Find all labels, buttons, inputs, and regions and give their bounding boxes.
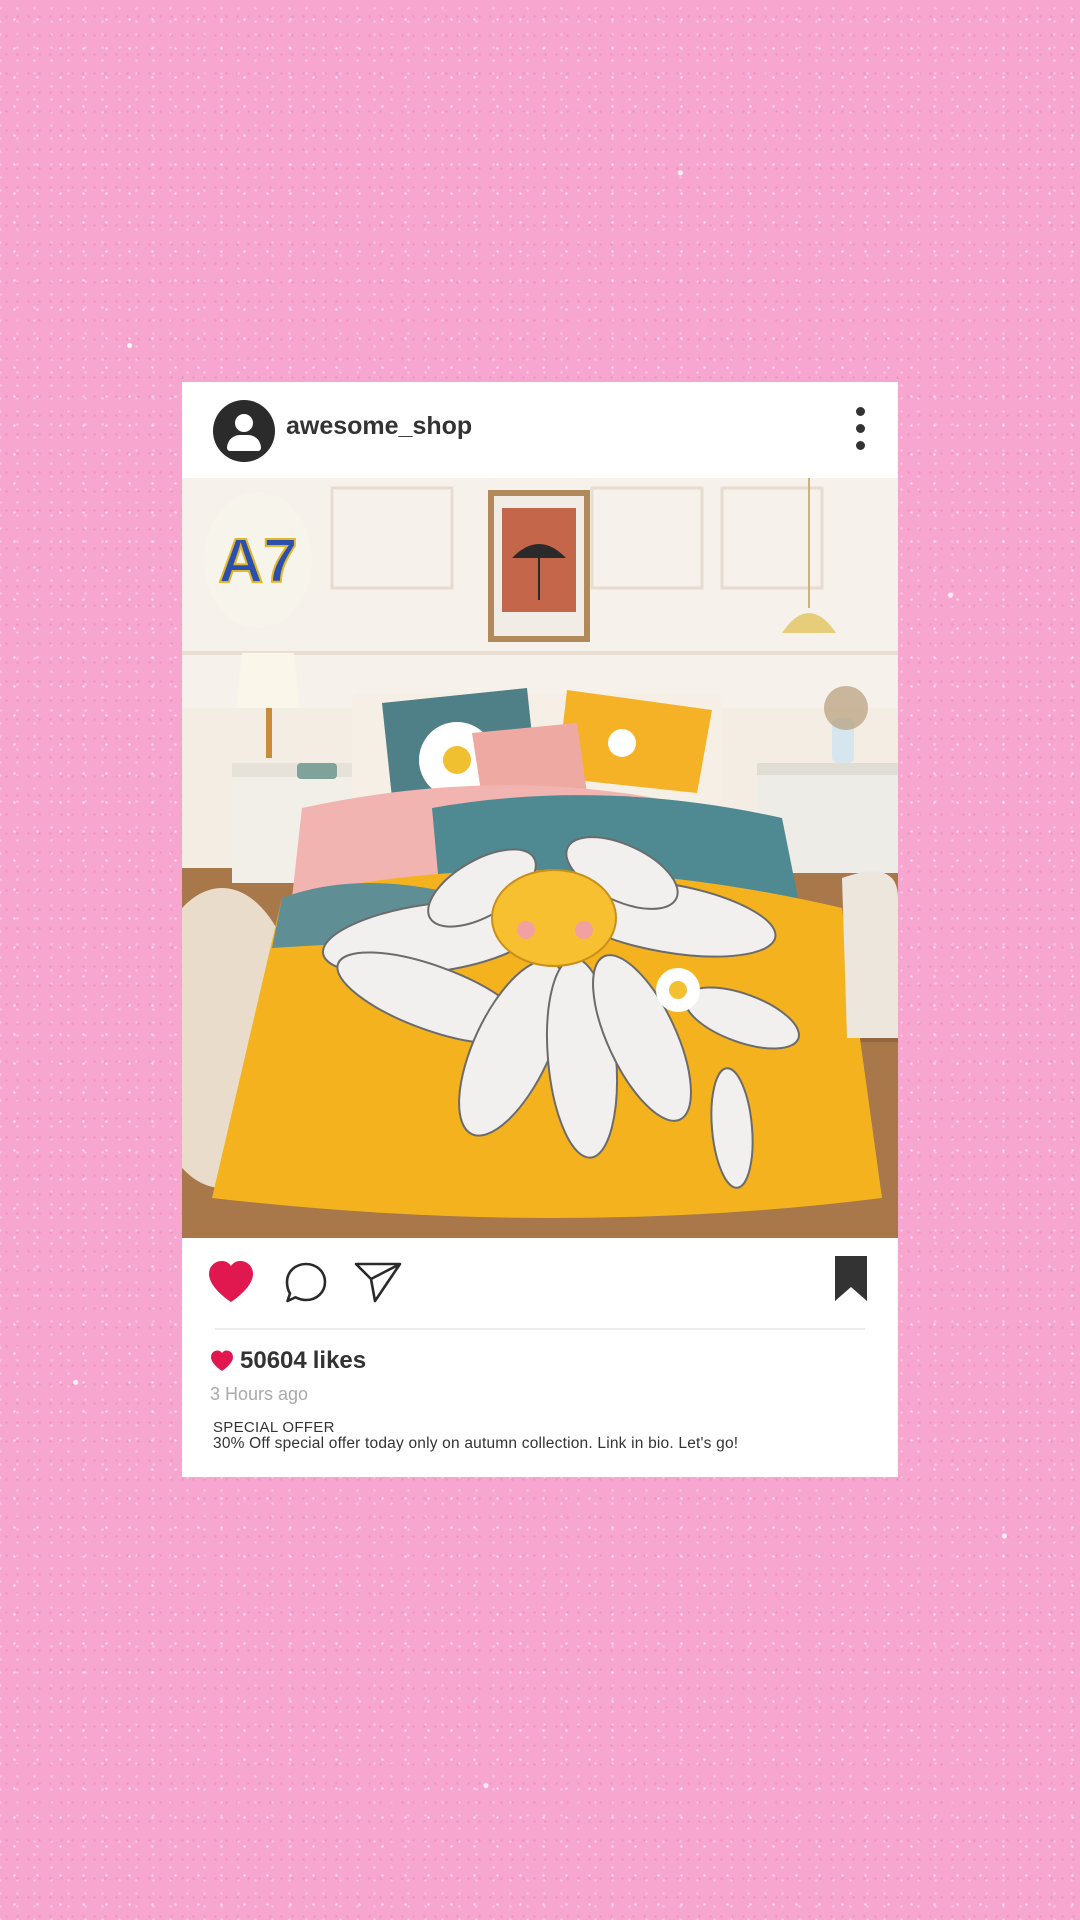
divider (215, 1328, 865, 1330)
heart-icon[interactable] (207, 1260, 255, 1304)
send-icon[interactable] (354, 1261, 402, 1303)
username[interactable]: awesome_shop (286, 412, 472, 441)
photo-badge: A7 (218, 527, 297, 596)
post-time: 3 Hours ago (210, 1384, 309, 1404)
likes-label: likes (312, 1347, 367, 1374)
post-photo[interactable]: A7 (182, 478, 898, 1238)
user-icon[interactable] (213, 400, 275, 462)
post-card: awesome_shop A7 50604 likes 3 Hours ago … (182, 382, 898, 1477)
likes-row[interactable]: 50604 likes (210, 1346, 366, 1376)
caption-title: SPECIAL OFFER (213, 1419, 335, 1436)
bookmark-icon[interactable] (834, 1256, 868, 1302)
heart-icon (211, 1350, 233, 1371)
more-vertical-icon[interactable] (848, 407, 872, 457)
likes-count: 50604 (240, 1347, 307, 1374)
caption-body: 30% Off special offer today only on autu… (213, 1435, 739, 1452)
comment-icon[interactable] (284, 1261, 328, 1305)
post-header: awesome_shop (182, 382, 898, 478)
post-actions (182, 1238, 898, 1328)
